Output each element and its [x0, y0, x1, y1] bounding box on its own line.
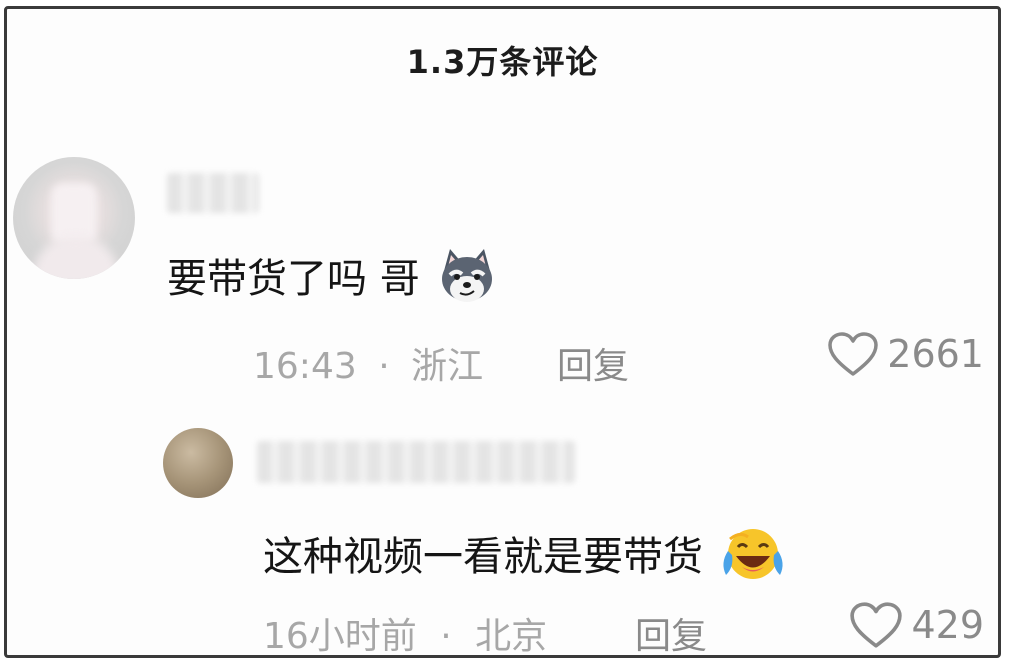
comment-text: 要带货了吗 哥 — [167, 245, 498, 317]
like-count: 2661 — [887, 332, 984, 376]
laughing-tears-emoji-icon — [720, 523, 786, 595]
heart-icon — [850, 602, 903, 648]
meta-separator: · — [378, 346, 390, 387]
comment-meta: 16小时前 · 北京 — [263, 607, 548, 657]
comment-meta: 16:43 · 浙江 — [253, 337, 483, 389]
comment-time: 16小时前 — [263, 616, 417, 657]
comment-body: 这种视频一看就是要带货 — [263, 534, 703, 580]
heart-icon — [828, 332, 879, 376]
comments-count-title: 1.3万条评论 — [406, 43, 599, 81]
meta-separator: · — [440, 616, 452, 657]
comment-location: 浙江 — [411, 346, 484, 387]
smirking-dog-emoji-icon — [436, 245, 498, 317]
username-blurred[interactable] — [167, 173, 259, 213]
avatar[interactable] — [163, 428, 233, 498]
comment-time: 16:43 — [253, 346, 357, 387]
reply-button[interactable]: 回复 — [557, 337, 629, 389]
like-count: 429 — [911, 603, 984, 647]
username-blurred[interactable] — [257, 441, 575, 483]
reply-button[interactable]: 回复 — [635, 607, 707, 655]
comments-panel: 1.3万条评论 要带货了吗 哥 16:43 · 浙江 回复 2661 这种视频一… — [4, 6, 1001, 658]
like-button[interactable]: 2661 — [827, 331, 984, 377]
comment-location: 北京 — [475, 616, 548, 657]
comment-body: 要带货了吗 哥 — [167, 256, 420, 302]
avatar[interactable] — [13, 157, 135, 279]
like-button[interactable]: 429 — [849, 601, 984, 649]
comment-text: 这种视频一看就是要带货 — [263, 523, 786, 595]
